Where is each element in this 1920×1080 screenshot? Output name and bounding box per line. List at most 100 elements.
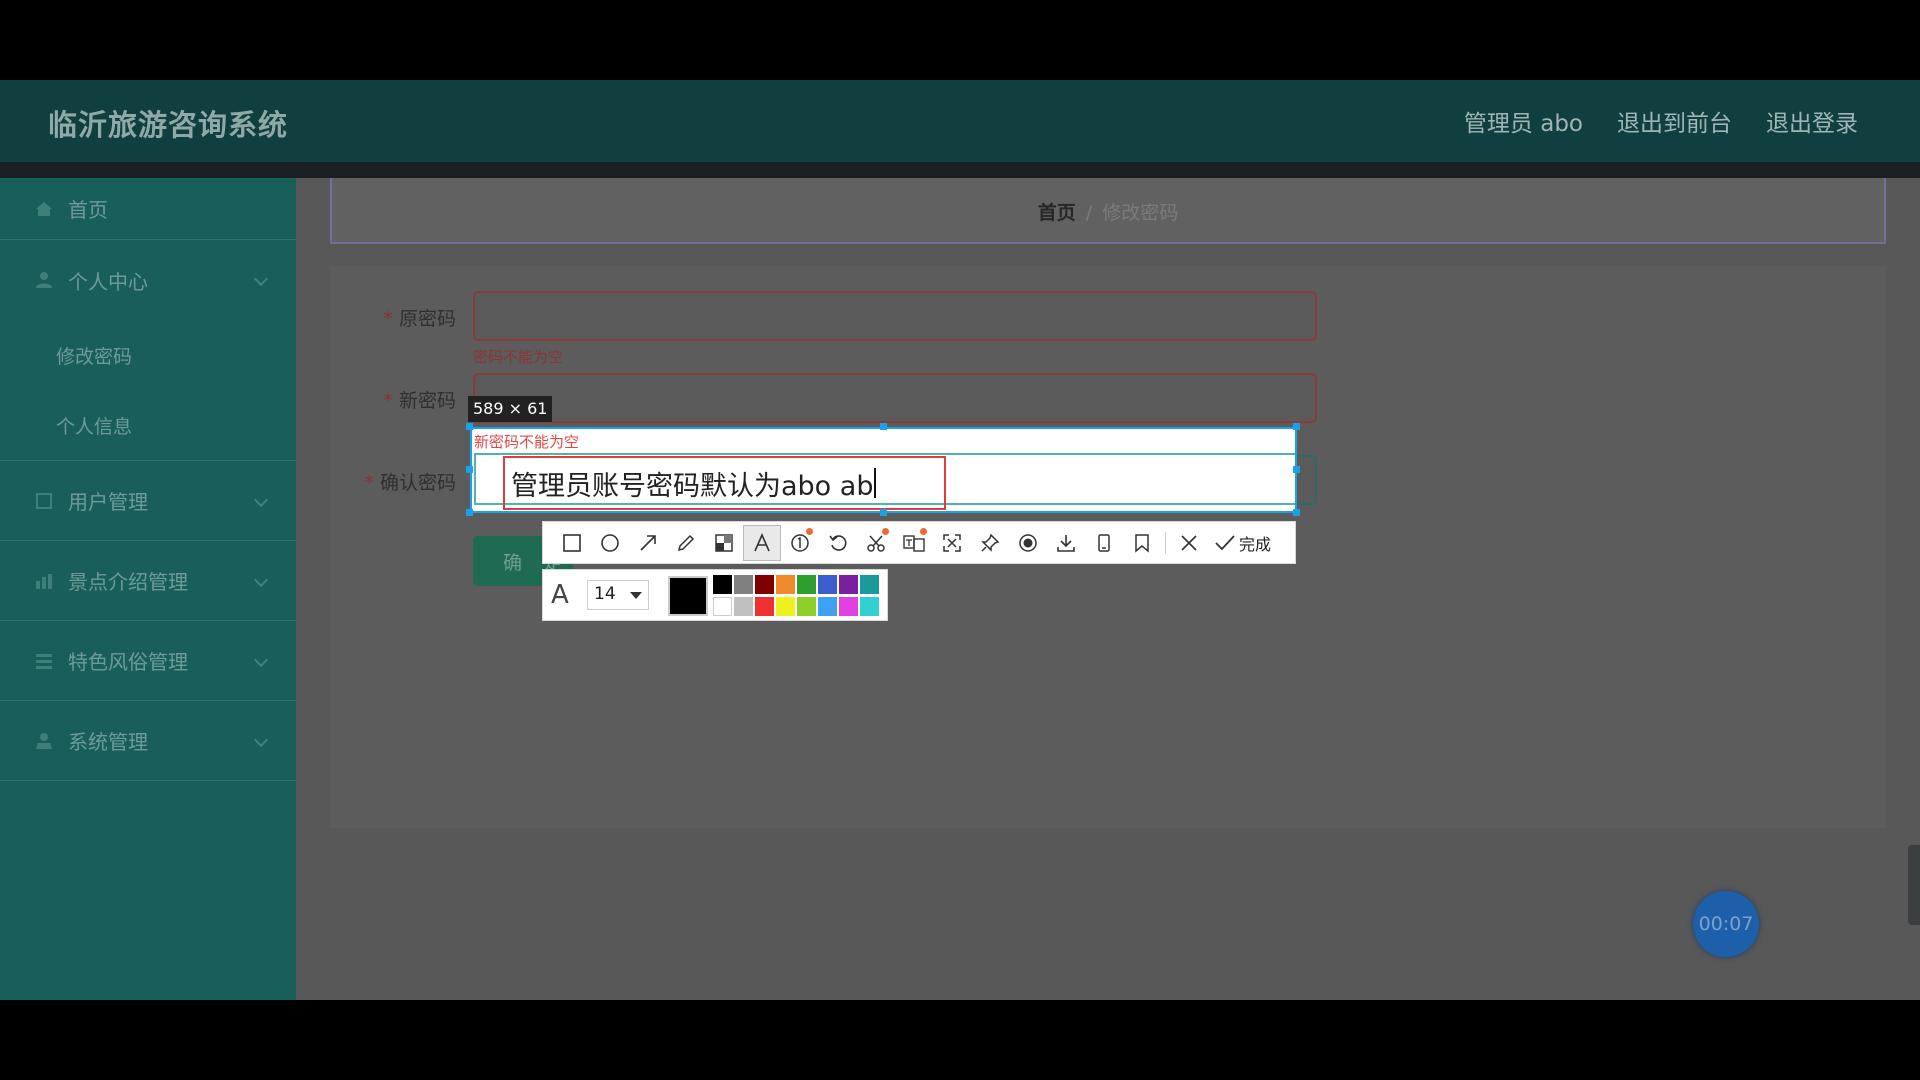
color-swatch[interactable] [860,597,879,616]
number-marker-icon[interactable] [781,525,819,561]
header-divider [0,162,1920,178]
color-swatch[interactable] [776,597,795,616]
home-icon [32,197,56,221]
screen: 临沂旅游咨询系统 管理员 abo 退出到前台 退出登录 首页 个人中心 修改密码… [0,0,1920,1080]
sidebar-item-label: 个人中心 [68,269,148,294]
annotation-toolbar: 完成 [542,521,1296,564]
pin-icon[interactable] [971,525,1009,561]
side-panel-tab[interactable] [1908,845,1920,925]
sidebar: 首页 个人中心 修改密码 个人信息 用户管理 景点介绍管理 特色风俗管理 系统管… [0,178,296,1000]
sidebar-subitem-personal-info[interactable]: 个人信息 [0,390,296,460]
sidebar-item-personal-center[interactable]: 个人中心 [0,240,296,320]
color-swatch[interactable] [755,597,774,616]
mosaic-tool-icon[interactable] [705,525,743,561]
font-size-select[interactable]: 14 [587,580,649,610]
color-swatch[interactable] [839,575,858,594]
bookmark-icon[interactable] [1123,525,1161,561]
text-tool-icon[interactable] [743,524,781,561]
breadcrumb-home[interactable]: 首页 [1038,202,1076,224]
sidebar-item-label: 景点介绍管理 [68,570,188,594]
color-swatch[interactable] [734,575,753,594]
sidebar-item-home[interactable]: 首页 [0,178,296,240]
sidebar-item-label: 首页 [68,198,108,222]
toolbar-divider [1165,531,1166,554]
color-swatch[interactable] [755,575,774,594]
ocr-translate-icon[interactable] [895,525,933,561]
badge-dot [806,527,813,535]
new-password-error: 新密码不能为空 [474,433,580,451]
resize-handle-top-left[interactable] [466,423,473,430]
annotation-text: 管理员账号密码默认为abo ab [511,470,874,502]
old-password-error: 密码不能为空 [473,348,564,366]
sidebar-item-customs[interactable]: 特色风俗管理 [0,621,296,701]
user-admin-icon [32,729,56,753]
color-swatch[interactable] [860,575,879,594]
color-palette [713,575,883,616]
record-icon[interactable] [1009,525,1047,561]
confirm-password-label: * 确认密码 [364,472,456,494]
arrow-tool-icon[interactable] [629,525,667,561]
fullscreen-capture-icon[interactable] [933,525,971,561]
download-icon[interactable] [1047,525,1085,561]
done-label: 完成 [1239,534,1272,554]
current-color-swatch[interactable] [668,576,708,616]
resize-handle-right[interactable] [1293,466,1300,473]
chevron-down-icon [253,732,269,748]
breadcrumb-separator: / [1085,202,1093,224]
badge-dot [882,527,889,535]
sidebar-item-user-management[interactable]: 用户管理 [0,461,296,541]
color-swatch[interactable] [713,575,732,594]
font-icon: A [551,580,569,610]
capture-selection[interactable]: 新密码不能为空 管理员账号密码默认为abo ab [470,427,1297,513]
chevron-down-icon [253,271,269,287]
chevron-down-icon [253,652,269,668]
done-button[interactable]: 完成 [1214,531,1271,555]
user-icon [32,268,56,292]
color-swatch[interactable] [797,575,816,594]
cancel-icon[interactable] [1170,525,1208,561]
ellipse-tool-icon[interactable] [591,525,629,561]
header-links: 管理员 abo 退出到前台 退出登录 [1464,104,1858,138]
old-password-label: * 原密码 [383,308,456,330]
back-to-frontend-link[interactable]: 退出到前台 [1617,104,1732,138]
resize-handle-left[interactable] [466,466,473,473]
rectangle-tool-icon[interactable] [553,525,591,561]
annotation-text-box[interactable]: 管理员账号密码默认为abo ab [503,456,946,510]
color-swatch[interactable] [839,597,858,616]
sidebar-item-label: 特色风俗管理 [68,650,188,674]
chart-icon [32,569,56,593]
resize-handle-bottom-right[interactable] [1293,509,1300,516]
app-title: 临沂旅游咨询系统 [48,108,289,142]
sidebar-item-attractions[interactable]: 景点介绍管理 [0,541,296,621]
logout-link[interactable]: 退出登录 [1766,104,1858,138]
resize-handle-bottom-left[interactable] [466,509,473,516]
admin-user-link[interactable]: 管理员 abo [1464,104,1583,138]
top-header: 临沂旅游咨询系统 管理员 abo 退出到前台 退出登录 [0,80,1920,162]
color-swatch[interactable] [818,575,837,594]
caret-down-icon [630,592,642,599]
sidebar-item-system[interactable]: 系统管理 [0,701,296,781]
scissors-icon[interactable] [857,525,895,561]
resize-handle-bottom[interactable] [880,509,887,516]
old-password-input[interactable] [473,291,1317,341]
pencil-tool-icon[interactable] [667,525,705,561]
recording-timer[interactable]: 00:07 [1693,891,1759,957]
badge-dot [920,527,927,535]
color-swatch[interactable] [797,597,816,616]
color-swatch[interactable] [818,597,837,616]
breadcrumb-current: 修改密码 [1102,202,1179,224]
color-swatch[interactable] [776,575,795,594]
chevron-down-icon [253,492,269,508]
resize-handle-top-right[interactable] [1293,423,1300,430]
check-icon [1215,534,1235,550]
sidebar-subitem-change-password[interactable]: 修改密码 [0,320,296,390]
new-password-input[interactable] [473,373,1317,423]
new-password-label: * 新密码 [383,390,456,412]
resize-handle-top[interactable] [880,423,887,430]
phone-send-icon[interactable] [1085,525,1123,561]
font-size-value: 14 [594,584,616,604]
color-swatch[interactable] [734,597,753,616]
color-swatch[interactable] [713,597,732,616]
square-icon [32,489,56,513]
undo-icon[interactable] [819,525,857,561]
